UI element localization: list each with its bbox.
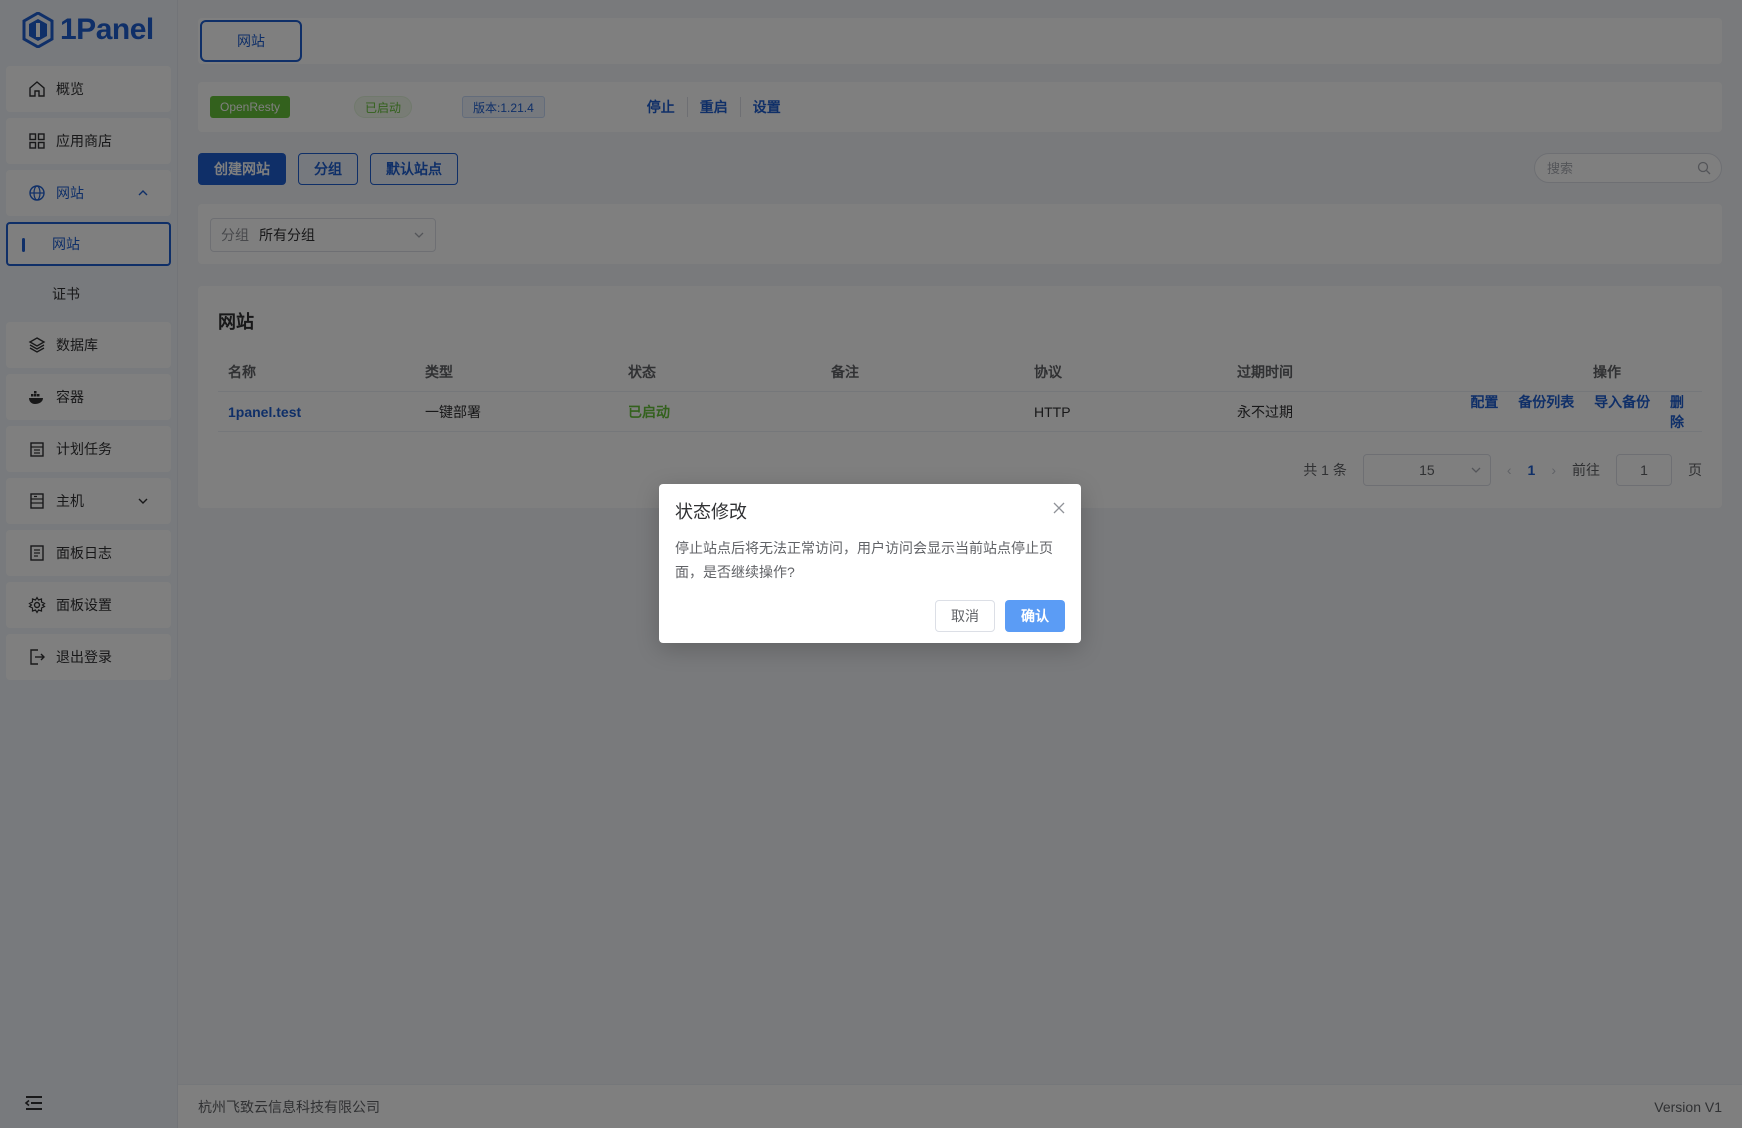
dialog-title: 状态修改 [675,502,747,522]
cancel-button[interactable]: 取消 [935,600,995,632]
status-change-dialog: 状态修改 停止站点后将无法正常访问，用户访问会显示当前站点停止页面，是否继续操作… [659,484,1081,643]
dialog-message: 停止站点后将无法正常访问，用户访问会显示当前站点停止页面，是否继续操作? [675,540,1053,580]
confirm-button[interactable]: 确认 [1005,600,1065,632]
close-icon[interactable] [1053,502,1065,514]
